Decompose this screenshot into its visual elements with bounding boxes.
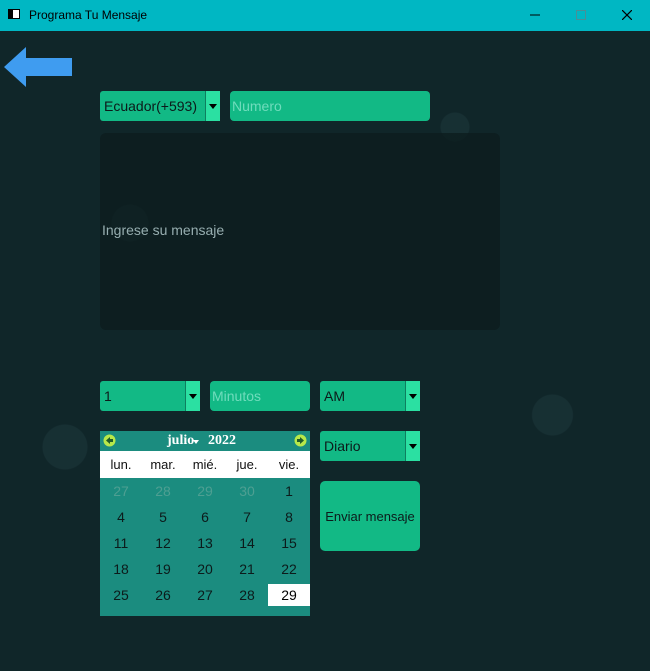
send-message-button[interactable]: Enviar mensaje <box>320 481 420 551</box>
ampm-value: AM <box>324 388 345 404</box>
chevron-down-icon[interactable] <box>405 381 420 411</box>
app-window-icon <box>8 9 20 19</box>
calendar-day[interactable]: 6 <box>184 504 226 530</box>
calendar-week-row: 27 28 29 30 1 <box>100 478 310 504</box>
minimize-icon <box>530 14 540 16</box>
close-icon <box>621 9 633 21</box>
country-code-select[interactable]: Ecuador(+593) <box>100 91 220 121</box>
frequency-select[interactable]: Diario <box>320 431 420 461</box>
weekday-label: vie. <box>278 457 300 472</box>
minimize-button[interactable] <box>512 0 558 31</box>
title-bar: Programa Tu Mensaje <box>0 0 650 31</box>
minutes-input[interactable]: Minutos <box>210 381 310 411</box>
calendar-day[interactable]: 29 <box>184 478 226 504</box>
calendar-navigation: julio 2022 <box>100 431 310 451</box>
date-calendar[interactable]: julio 2022 lun. mar. mié. jue. vie. 27 2… <box>100 431 310 616</box>
calendar-week-row: 25 26 27 28 29 <box>100 582 310 608</box>
calendar-day[interactable]: 5 <box>142 504 184 530</box>
prev-month-button[interactable] <box>103 434 116 452</box>
calendar-day[interactable]: 28 <box>142 478 184 504</box>
calendar-day[interactable]: 7 <box>226 504 268 530</box>
calendar-weekday-header: lun. mar. mié. jue. vie. <box>100 451 310 478</box>
minutes-placeholder: Minutos <box>212 388 262 404</box>
weekday-label: jue. <box>236 457 258 472</box>
chevron-down-icon[interactable] <box>205 91 220 121</box>
weekday-label: lun. <box>110 457 132 472</box>
calendar-day[interactable]: 1 <box>268 478 310 504</box>
arrow-left-icon <box>103 434 116 447</box>
calendar-day-selected[interactable]: 29 <box>268 584 310 606</box>
calendar-day[interactable]: 30 <box>226 478 268 504</box>
calendar-day[interactable]: 13 <box>184 530 226 556</box>
back-arrow-icon <box>4 47 72 87</box>
calendar-day[interactable]: 11 <box>100 530 142 556</box>
close-button[interactable] <box>604 0 650 31</box>
calendar-day[interactable]: 12 <box>142 530 184 556</box>
message-placeholder: Ingrese su mensaje <box>102 222 225 238</box>
calendar-day[interactable]: 22 <box>268 556 310 582</box>
calendar-days-grid: 27 28 29 30 1 4 5 6 7 8 11 12 13 14 15 1… <box>100 478 310 608</box>
calendar-day[interactable]: 21 <box>226 556 268 582</box>
calendar-day[interactable]: 26 <box>142 582 184 608</box>
window-title: Programa Tu Mensaje <box>29 8 148 22</box>
calendar-day[interactable]: 15 <box>268 530 310 556</box>
phone-number-placeholder: Numero <box>232 98 282 114</box>
phone-number-input[interactable]: Numero <box>230 91 430 121</box>
maximize-button[interactable] <box>558 0 604 31</box>
calendar-day[interactable]: 14 <box>226 530 268 556</box>
app-workspace <box>0 31 650 671</box>
calendar-day[interactable]: 25 <box>100 582 142 608</box>
calendar-day[interactable]: 8 <box>268 504 310 530</box>
message-textarea[interactable]: Ingrese su mensaje <box>100 133 500 330</box>
weekday-label: mar. <box>150 457 176 472</box>
arrow-right-icon <box>294 434 307 447</box>
calendar-day[interactable]: 20 <box>184 556 226 582</box>
calendar-year[interactable]: 2022 <box>208 433 236 449</box>
calendar-day[interactable]: 27 <box>184 582 226 608</box>
maximize-icon <box>576 10 586 20</box>
frequency-value: Diario <box>324 438 361 454</box>
calendar-day[interactable]: 18 <box>100 556 142 582</box>
month-dropdown-icon[interactable] <box>193 440 199 444</box>
ampm-select[interactable]: AM <box>320 381 420 411</box>
hour-select[interactable]: 1 <box>100 381 200 411</box>
country-code-value: Ecuador(+593) <box>104 98 198 114</box>
calendar-day[interactable]: 19 <box>142 556 184 582</box>
next-month-button[interactable] <box>294 434 307 452</box>
chevron-down-icon[interactable] <box>185 381 200 411</box>
weekday-label: mié. <box>192 457 218 472</box>
hour-value: 1 <box>104 388 112 404</box>
calendar-day[interactable]: 28 <box>226 582 268 608</box>
calendar-week-row: 11 12 13 14 15 <box>100 530 310 556</box>
calendar-day[interactable]: 27 <box>100 478 142 504</box>
back-button[interactable] <box>4 47 74 92</box>
chevron-down-icon[interactable] <box>405 431 420 461</box>
calendar-week-row: 4 5 6 7 8 <box>100 504 310 530</box>
calendar-month[interactable]: julio <box>167 433 194 449</box>
calendar-week-row: 18 19 20 21 22 <box>100 556 310 582</box>
calendar-day[interactable]: 4 <box>100 504 142 530</box>
